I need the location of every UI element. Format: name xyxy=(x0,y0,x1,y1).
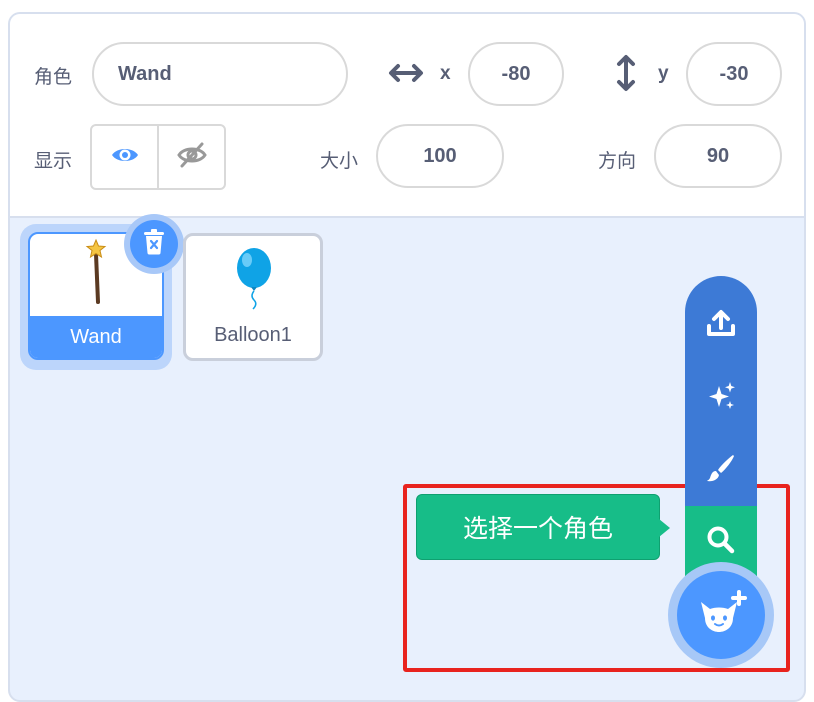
paint-icon xyxy=(705,452,737,489)
upload-sprite-button[interactable] xyxy=(685,290,757,362)
x-input[interactable]: -80 xyxy=(468,42,564,106)
show-label: 显示 xyxy=(34,150,73,172)
cat-plus-icon xyxy=(695,589,747,641)
sprite-tile-balloon1[interactable]: Balloon1 xyxy=(183,233,323,361)
show-button[interactable] xyxy=(92,126,157,188)
y-input[interactable]: -30 xyxy=(686,42,782,106)
search-icon xyxy=(705,524,737,561)
paint-sprite-button[interactable] xyxy=(685,434,757,506)
sprite-name-input[interactable]: Wand xyxy=(92,42,348,106)
size-input[interactable]: 100 xyxy=(376,124,504,188)
sprite-menu xyxy=(685,276,757,586)
sprite-name-balloon1: Balloon1 xyxy=(214,323,292,346)
add-sprite-button[interactable] xyxy=(677,571,765,659)
upload-icon xyxy=(705,308,737,345)
surprise-icon xyxy=(705,380,737,417)
sprite-name-wand: Wand xyxy=(30,316,162,358)
choose-sprite-tooltip: 选择一个角色 xyxy=(416,494,670,560)
eye-off-icon xyxy=(176,141,208,174)
hide-button[interactable] xyxy=(157,126,224,188)
sprite-info-panel: 角色 Wand x -80 y -30 显示 大小 100 方向 90 xyxy=(10,14,804,218)
trash-icon xyxy=(142,228,166,260)
eye-icon xyxy=(110,144,140,171)
surprise-sprite-button[interactable] xyxy=(685,362,757,434)
size-label: 大小 xyxy=(320,150,359,172)
visibility-toggle xyxy=(90,124,226,190)
y-label: y xyxy=(658,63,669,84)
direction-label: 方向 xyxy=(598,150,637,172)
delete-sprite-button[interactable] xyxy=(124,214,184,274)
balloon-thumbnail xyxy=(234,246,274,315)
wand-thumbnail xyxy=(84,238,108,313)
x-label: x xyxy=(440,63,451,84)
x-arrows-icon xyxy=(388,60,424,91)
y-arrows-icon xyxy=(613,54,639,97)
sprite-label: 角色 xyxy=(34,66,73,88)
direction-input[interactable]: 90 xyxy=(654,124,782,188)
